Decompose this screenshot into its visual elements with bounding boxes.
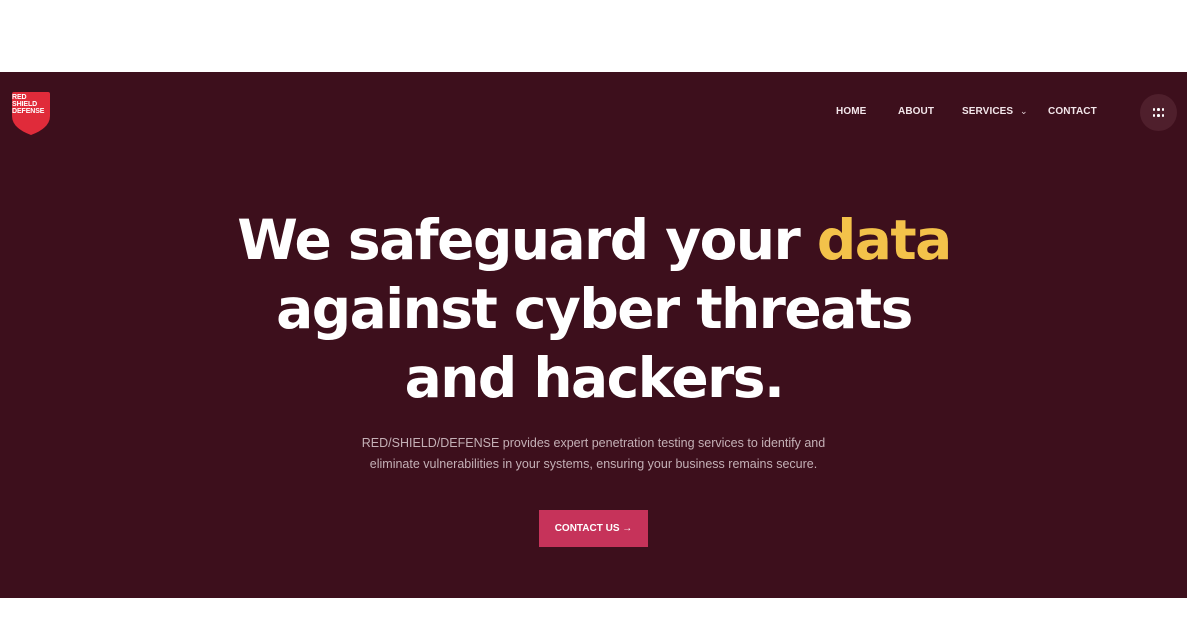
menu-button[interactable] [1140,94,1177,131]
hero-headline: We safeguard your data against cyber thr… [194,206,994,413]
description-line: eliminate vulnerabilities in your system… [369,457,818,471]
logo-line: RED [12,94,27,101]
headline-text: We safeguard your [237,208,800,272]
brand-logo[interactable]: RED SHIELD DEFENSE [10,90,52,136]
headline-line-3: and hackers. [404,346,785,410]
headline-line-1: We safeguard your data [194,206,994,275]
nav-item-home[interactable]: HOME [836,106,866,117]
logo-wordmark: RED SHIELD DEFENSE [12,94,45,115]
headline-accent-word: data [816,208,952,272]
chevron-down-icon[interactable]: ⌄ [1020,106,1028,117]
contact-us-button[interactable]: CONTACT US → [539,510,648,547]
nav-item-contact[interactable]: CONTACT [1048,106,1097,117]
hero-description: RED/SHIELD/DEFENSE provides expert penet… [330,433,857,475]
logo-line: DEFENSE [12,108,45,115]
logo-line: SHIELD [12,101,38,108]
hero-section: RED SHIELD DEFENSE HOME ABOUT SERVICES ⌄… [0,72,1187,598]
nav-item-services[interactable]: SERVICES [962,106,1013,117]
nav-item-about[interactable]: ABOUT [898,106,934,117]
headline-line-2: against cyber threats [276,277,913,341]
description-line: RED/SHIELD/DEFENSE provides expert penet… [361,436,826,450]
